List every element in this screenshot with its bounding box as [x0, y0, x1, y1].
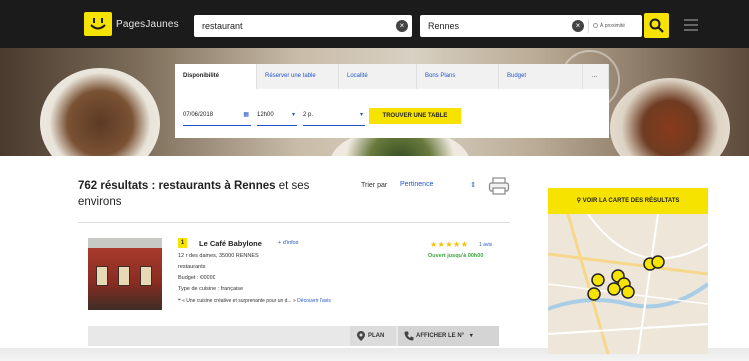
restaurant-photo[interactable] [88, 238, 162, 310]
map-marker-icon[interactable] [587, 287, 601, 301]
map-marker-icon[interactable] [607, 282, 621, 296]
food-plate-image [40, 68, 160, 156]
clear-where-icon[interactable]: × [572, 20, 584, 32]
sort-select[interactable]: Pertinence ⇕ [400, 181, 476, 191]
date-picker[interactable]: 07/06/2018 ▦ [183, 108, 251, 126]
show-phone-button[interactable]: AFFICHER LE N° ▾ [398, 326, 499, 346]
logo-text: PagesJaunes [116, 19, 179, 30]
map-marker-icon[interactable] [651, 255, 665, 269]
listing-action-bar: PLAN AFFICHER LE N° ▾ [88, 326, 499, 346]
more-info-link[interactable]: + d'infos [278, 240, 298, 246]
tab-localite[interactable]: Localité [339, 64, 417, 89]
search-what-input[interactable] [202, 20, 382, 32]
proximity-toggle[interactable]: À proximité [588, 19, 638, 33]
people-select[interactable]: 2 p. ▾ [303, 108, 365, 126]
pagesjaunes-logo[interactable] [84, 12, 112, 36]
clear-what-icon[interactable]: × [396, 20, 408, 32]
results-heading: 762 résultats : restaurants à Rennes et … [78, 180, 310, 208]
tab-more[interactable]: ... [583, 64, 609, 89]
rating-stars: ★★★★★ [430, 240, 469, 249]
restaurant-cuisine: Type de cuisine : française [178, 286, 244, 292]
tab-reserver-table[interactable]: Réserver une table [257, 64, 339, 89]
chevron-down-icon: ▾ [469, 333, 473, 339]
search-where-input[interactable] [428, 20, 568, 32]
map-marker-icon[interactable] [591, 273, 605, 287]
sort-arrows-icon: ⇕ [470, 182, 476, 189]
smiley-logo-icon [90, 18, 106, 30]
plan-button[interactable]: PLAN [350, 326, 396, 346]
restaurant-category: restaurants [178, 264, 206, 270]
discover-review-link[interactable]: Découvrir l'avis [297, 298, 331, 304]
review-count-link[interactable]: 1 avis [479, 242, 492, 248]
map-pin-icon [357, 331, 365, 341]
review-quote: ❝ « Une cuisine créative et surprenante … [178, 298, 331, 304]
opening-status: Ouvert jusqu'à 00h00 [428, 253, 484, 259]
view-map-button[interactable]: ⚲ VOIR LA CARTE DES RÉSULTATS [548, 188, 708, 214]
time-select[interactable]: 12h00 ▾ [257, 108, 297, 126]
restaurant-address: 12 r des dames, 35000 RENNES [178, 253, 259, 259]
tab-disponibilite[interactable]: Disponibilité [175, 64, 257, 89]
calendar-icon: ▦ [243, 112, 249, 118]
search-icon [649, 18, 664, 33]
result-number-badge: 1 [178, 238, 187, 248]
tab-budget[interactable]: Budget [499, 64, 583, 89]
search-where-box[interactable]: × À proximité [420, 15, 642, 37]
top-header: PagesJaunes × × À proximité [0, 0, 749, 48]
chevron-down-icon: ▾ [291, 112, 295, 118]
hamburger-menu-icon[interactable] [684, 19, 698, 31]
phone-icon [404, 331, 414, 341]
sort-label: Trier par [361, 182, 388, 189]
restaurant-name-link[interactable]: Le Café Babylone [199, 239, 262, 248]
results-map[interactable] [548, 214, 708, 354]
results-divider [78, 222, 510, 223]
booking-panel: Disponibilité Réserver une table Localit… [175, 64, 609, 138]
restaurant-budget: Budget : €€€€€ [178, 275, 216, 281]
search-button[interactable] [644, 13, 669, 38]
tab-bons-plans[interactable]: Bons Plans [417, 64, 499, 89]
booking-tabs: Disponibilité Réserver une table Localit… [175, 64, 609, 89]
print-icon[interactable] [488, 177, 510, 200]
radio-icon [593, 23, 598, 29]
find-table-button[interactable]: TROUVER UNE TABLE [369, 108, 461, 124]
map-marker-icon[interactable] [621, 285, 635, 299]
search-what-box[interactable]: × [194, 15, 412, 37]
chevron-down-icon: ▾ [359, 112, 363, 118]
food-plate-image [610, 78, 730, 156]
